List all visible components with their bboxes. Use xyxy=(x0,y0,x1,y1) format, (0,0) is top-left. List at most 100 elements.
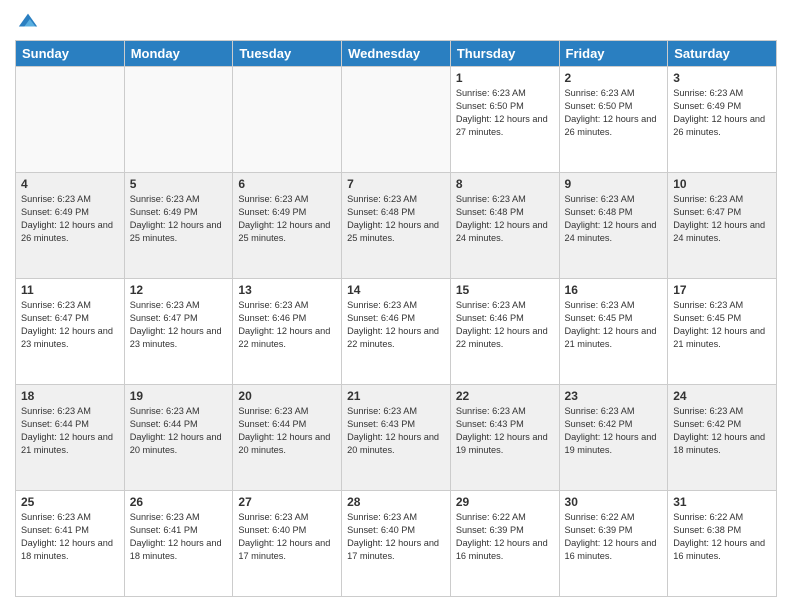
day-number: 5 xyxy=(130,177,228,191)
page: SundayMondayTuesdayWednesdayThursdayFrid… xyxy=(0,0,792,612)
calendar-cell xyxy=(342,67,451,173)
calendar-cell: 10Sunrise: 6:23 AM Sunset: 6:47 PM Dayli… xyxy=(668,173,777,279)
day-number: 12 xyxy=(130,283,228,297)
calendar-cell xyxy=(233,67,342,173)
calendar-cell: 21 Sunrise: 6:23 AM Sunset: 6:43 PM Dayli… xyxy=(342,385,451,491)
calendar-cell: 13 Sunrise: 6:23 AM Sunset: 6:46 PM Dayli… xyxy=(233,279,342,385)
day-number: 21 xyxy=(347,389,445,403)
weekday-header-row: SundayMondayTuesdayWednesdayThursdayFrid… xyxy=(16,41,777,67)
day-number: 6 xyxy=(238,177,336,191)
day-info: Sunrise: 6:22 AM Sunset: 6:38 PM Dayligh… xyxy=(673,511,771,563)
day-number: 7 xyxy=(347,177,445,191)
weekday-header-sunday: Sunday xyxy=(16,41,125,67)
day-info: Sunrise: 6:23 AM Sunset: 6:42 PM Dayligh… xyxy=(673,405,771,457)
day-number: 22 xyxy=(456,389,554,403)
day-number: 27 xyxy=(238,495,336,509)
calendar-cell: 3 Sunrise: 6:23 AM Sunset: 6:49 PM Daylig… xyxy=(668,67,777,173)
day-info: Sunrise: 6:23 AM Sunset: 6:43 PM Dayligh… xyxy=(456,405,554,457)
calendar-cell: 16 Sunrise: 6:23 AM Sunset: 6:45 PM Dayli… xyxy=(559,279,668,385)
day-number: 1 xyxy=(456,71,554,85)
day-info: Sunrise: 6:23 AM Sunset: 6:48 PM Dayligh… xyxy=(456,193,554,245)
calendar-cell: 19 Sunrise: 6:23 AM Sunset: 6:44 PM Dayli… xyxy=(124,385,233,491)
logo xyxy=(15,10,39,32)
calendar-cell: 25 Sunrise: 6:23 AM Sunset: 6:41 PM Dayli… xyxy=(16,491,125,597)
week-row-1: 4 Sunrise: 6:23 AM Sunset: 6:49 PM Daylig… xyxy=(16,173,777,279)
day-number: 24 xyxy=(673,389,771,403)
day-number: 13 xyxy=(238,283,336,297)
calendar-cell: 12 Sunrise: 6:23 AM Sunset: 6:47 PM Dayli… xyxy=(124,279,233,385)
day-number: 11 xyxy=(21,283,119,297)
calendar-cell: 22 Sunrise: 6:23 AM Sunset: 6:43 PM Dayli… xyxy=(450,385,559,491)
day-info: Sunrise: 6:23 AM Sunset: 6:44 PM Dayligh… xyxy=(130,405,228,457)
day-info: Sunrise: 6:23 AM Sunset: 6:46 PM Dayligh… xyxy=(347,299,445,351)
weekday-header-wednesday: Wednesday xyxy=(342,41,451,67)
calendar-cell: 28 Sunrise: 6:23 AM Sunset: 6:40 PM Dayli… xyxy=(342,491,451,597)
calendar-cell: 23Sunrise: 6:23 AM Sunset: 6:42 PM Dayli… xyxy=(559,385,668,491)
day-info: Sunrise: 6:23 AM Sunset: 6:46 PM Dayligh… xyxy=(238,299,336,351)
day-number: 18 xyxy=(21,389,119,403)
calendar-cell: 31Sunrise: 6:22 AM Sunset: 6:38 PM Dayli… xyxy=(668,491,777,597)
day-number: 9 xyxy=(565,177,663,191)
calendar-cell: 2 Sunrise: 6:23 AM Sunset: 6:50 PM Daylig… xyxy=(559,67,668,173)
week-row-2: 11 Sunrise: 6:23 AM Sunset: 6:47 PM Dayli… xyxy=(16,279,777,385)
day-number: 17 xyxy=(673,283,771,297)
day-info: Sunrise: 6:23 AM Sunset: 6:49 PM Dayligh… xyxy=(238,193,336,245)
day-info: Sunrise: 6:23 AM Sunset: 6:47 PM Dayligh… xyxy=(21,299,119,351)
weekday-header-thursday: Thursday xyxy=(450,41,559,67)
day-info: Sunrise: 6:23 AM Sunset: 6:45 PM Dayligh… xyxy=(565,299,663,351)
day-info: Sunrise: 6:23 AM Sunset: 6:50 PM Dayligh… xyxy=(565,87,663,139)
day-info: Sunrise: 6:23 AM Sunset: 6:41 PM Dayligh… xyxy=(21,511,119,563)
calendar-cell: 7 Sunrise: 6:23 AM Sunset: 6:48 PM Daylig… xyxy=(342,173,451,279)
calendar-cell: 9 Sunrise: 6:23 AM Sunset: 6:48 PM Daylig… xyxy=(559,173,668,279)
day-info: Sunrise: 6:23 AM Sunset: 6:44 PM Dayligh… xyxy=(238,405,336,457)
calendar-cell: 6 Sunrise: 6:23 AM Sunset: 6:49 PM Daylig… xyxy=(233,173,342,279)
calendar-table: SundayMondayTuesdayWednesdayThursdayFrid… xyxy=(15,40,777,597)
day-number: 16 xyxy=(565,283,663,297)
day-info: Sunrise: 6:23 AM Sunset: 6:47 PM Dayligh… xyxy=(130,299,228,351)
calendar-cell: 20 Sunrise: 6:23 AM Sunset: 6:44 PM Dayli… xyxy=(233,385,342,491)
day-info: Sunrise: 6:23 AM Sunset: 6:40 PM Dayligh… xyxy=(347,511,445,563)
calendar-cell: 14Sunrise: 6:23 AM Sunset: 6:46 PM Dayli… xyxy=(342,279,451,385)
header xyxy=(15,10,777,32)
day-number: 3 xyxy=(673,71,771,85)
weekday-header-saturday: Saturday xyxy=(668,41,777,67)
day-info: Sunrise: 6:23 AM Sunset: 6:50 PM Dayligh… xyxy=(456,87,554,139)
logo-icon xyxy=(17,10,39,32)
day-info: Sunrise: 6:23 AM Sunset: 6:48 PM Dayligh… xyxy=(347,193,445,245)
day-number: 25 xyxy=(21,495,119,509)
day-number: 15 xyxy=(456,283,554,297)
day-info: Sunrise: 6:23 AM Sunset: 6:48 PM Dayligh… xyxy=(565,193,663,245)
day-info: Sunrise: 6:23 AM Sunset: 6:49 PM Dayligh… xyxy=(21,193,119,245)
weekday-header-monday: Monday xyxy=(124,41,233,67)
calendar-cell: 26Sunrise: 6:23 AM Sunset: 6:41 PM Dayli… xyxy=(124,491,233,597)
calendar-cell: 11 Sunrise: 6:23 AM Sunset: 6:47 PM Dayli… xyxy=(16,279,125,385)
day-number: 19 xyxy=(130,389,228,403)
calendar-cell: 17 Sunrise: 6:23 AM Sunset: 6:45 PM Dayli… xyxy=(668,279,777,385)
day-info: Sunrise: 6:23 AM Sunset: 6:47 PM Dayligh… xyxy=(673,193,771,245)
week-row-0: 1 Sunrise: 6:23 AM Sunset: 6:50 PM Daylig… xyxy=(16,67,777,173)
week-row-4: 25 Sunrise: 6:23 AM Sunset: 6:41 PM Dayli… xyxy=(16,491,777,597)
calendar-cell: 18Sunrise: 6:23 AM Sunset: 6:44 PM Dayli… xyxy=(16,385,125,491)
day-number: 20 xyxy=(238,389,336,403)
weekday-header-friday: Friday xyxy=(559,41,668,67)
day-info: Sunrise: 6:23 AM Sunset: 6:43 PM Dayligh… xyxy=(347,405,445,457)
calendar-cell: 8Sunrise: 6:23 AM Sunset: 6:48 PM Daylig… xyxy=(450,173,559,279)
day-info: Sunrise: 6:23 AM Sunset: 6:45 PM Dayligh… xyxy=(673,299,771,351)
day-info: Sunrise: 6:23 AM Sunset: 6:40 PM Dayligh… xyxy=(238,511,336,563)
day-info: Sunrise: 6:22 AM Sunset: 6:39 PM Dayligh… xyxy=(456,511,554,563)
day-info: Sunrise: 6:23 AM Sunset: 6:42 PM Dayligh… xyxy=(565,405,663,457)
calendar-cell: 15 Sunrise: 6:23 AM Sunset: 6:46 PM Dayli… xyxy=(450,279,559,385)
day-info: Sunrise: 6:23 AM Sunset: 6:46 PM Dayligh… xyxy=(456,299,554,351)
week-row-3: 18 Sunrise: 6:23 AM Sunset: 6:44 PM Dayli… xyxy=(16,385,777,491)
day-info: Sunrise: 6:22 AM Sunset: 6:39 PM Dayligh… xyxy=(565,511,663,563)
calendar-cell xyxy=(124,67,233,173)
day-number: 30 xyxy=(565,495,663,509)
day-number: 4 xyxy=(21,177,119,191)
day-info: Sunrise: 6:23 AM Sunset: 6:49 PM Dayligh… xyxy=(673,87,771,139)
calendar-cell: 24 Sunrise: 6:23 AM Sunset: 6:42 PM Dayli… xyxy=(668,385,777,491)
calendar-cell: 30 Sunrise: 6:22 AM Sunset: 6:39 PM Dayli… xyxy=(559,491,668,597)
day-number: 2 xyxy=(565,71,663,85)
calendar-cell: 1 Sunrise: 6:23 AM Sunset: 6:50 PM Daylig… xyxy=(450,67,559,173)
calendar-cell: 27 Sunrise: 6:23 AM Sunset: 6:40 PM Dayli… xyxy=(233,491,342,597)
day-number: 28 xyxy=(347,495,445,509)
